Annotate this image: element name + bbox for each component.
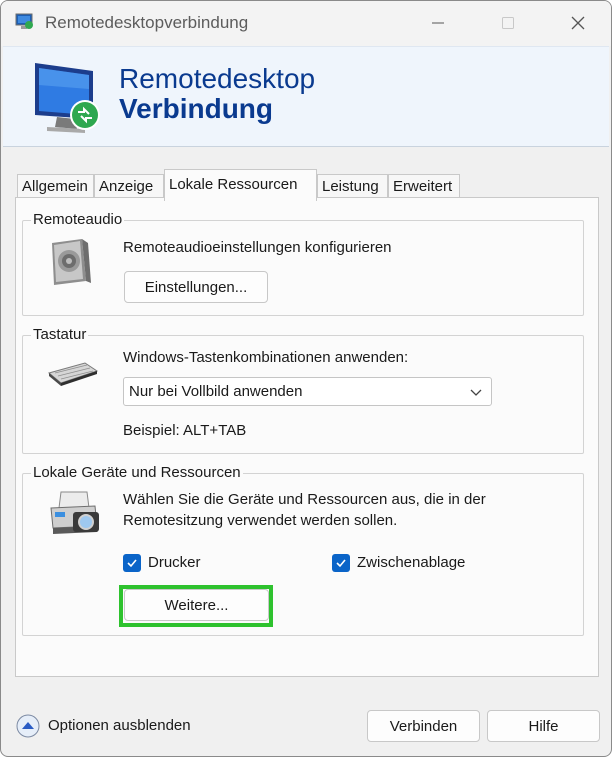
key-combination-value: Nur bei Vollbild anwenden xyxy=(129,383,303,400)
minimize-button[interactable] xyxy=(415,1,461,45)
group-label-remoteaudio: Remoteaudio xyxy=(31,211,125,228)
audio-settings-button[interactable]: Einstellungen... xyxy=(124,271,268,303)
remote-desktop-logo-icon xyxy=(35,63,100,133)
minimize-icon xyxy=(432,22,444,24)
devices-description-line1: Wählen Sie die Geräte und Ressourcen aus… xyxy=(123,491,486,508)
help-button[interactable]: Hilfe xyxy=(487,710,600,742)
tab-lokale-ressourcen[interactable]: Lokale Ressourcen xyxy=(164,169,317,201)
remoteaudio-description: Remoteaudioeinstellungen konfigurieren xyxy=(123,239,392,256)
banner-title-line2: Verbindung xyxy=(119,93,273,124)
tab-label: Erweitert xyxy=(393,178,453,195)
banner-title-line1: Remotedesktop xyxy=(119,63,316,94)
connect-button[interactable]: Verbinden xyxy=(367,710,480,742)
title-bar: Remotedesktopverbindung xyxy=(1,1,611,46)
tab-label: Lokale Ressourcen xyxy=(169,176,298,193)
header-banner: Remotedesktop Verbindung xyxy=(3,46,609,147)
group-remoteaudio: Remoteaudio xyxy=(22,211,584,316)
rdp-dialog: Remotedesktopverbindung Remotedesktop Ve… xyxy=(0,0,612,757)
tastatur-description: Windows-Tastenkombinationen anwenden: xyxy=(123,349,409,366)
chevron-up-circle-icon[interactable] xyxy=(16,714,40,738)
maximize-button[interactable] xyxy=(485,1,531,45)
checkmark-icon xyxy=(127,559,137,568)
tab-label: Leistung xyxy=(322,178,379,195)
chevron-down-icon xyxy=(470,389,482,396)
group-label-lokale-geraete: Lokale Geräte und Ressourcen xyxy=(31,464,243,481)
devices-description-line2: Remotesitzung verwendet werden sollen. xyxy=(123,512,398,529)
tastatur-example: Beispiel: ALT+TAB xyxy=(123,422,247,439)
close-icon xyxy=(571,16,585,30)
printer-checkbox-label: Drucker xyxy=(148,554,201,571)
tab-label: Anzeige xyxy=(99,178,154,195)
keyboard-icon xyxy=(47,362,99,386)
key-combination-select[interactable]: Nur bei Vollbild anwenden xyxy=(123,377,492,406)
checkmark-icon xyxy=(336,559,346,568)
window-title: Remotedesktopverbindung xyxy=(45,13,249,32)
maximize-icon xyxy=(502,17,514,29)
clipboard-checkbox-label: Zwischenablage xyxy=(357,554,466,571)
help-label: Hilfe xyxy=(528,717,559,735)
remote-desktop-app-icon xyxy=(15,13,33,29)
connect-label: Verbinden xyxy=(389,717,458,735)
printer-camera-icon xyxy=(50,491,99,534)
audio-settings-label: Einstellungen... xyxy=(144,278,248,296)
group-label-tastatur: Tastatur xyxy=(31,326,89,343)
clipboard-checkbox[interactable] xyxy=(332,554,350,572)
options-toggle-label[interactable]: Optionen ausblenden xyxy=(48,717,191,734)
close-button[interactable] xyxy=(555,1,601,45)
tab-label: Allgemein xyxy=(22,178,88,195)
printer-checkbox[interactable] xyxy=(123,554,141,572)
highlight-box xyxy=(119,585,273,627)
speaker-icon xyxy=(52,239,91,285)
